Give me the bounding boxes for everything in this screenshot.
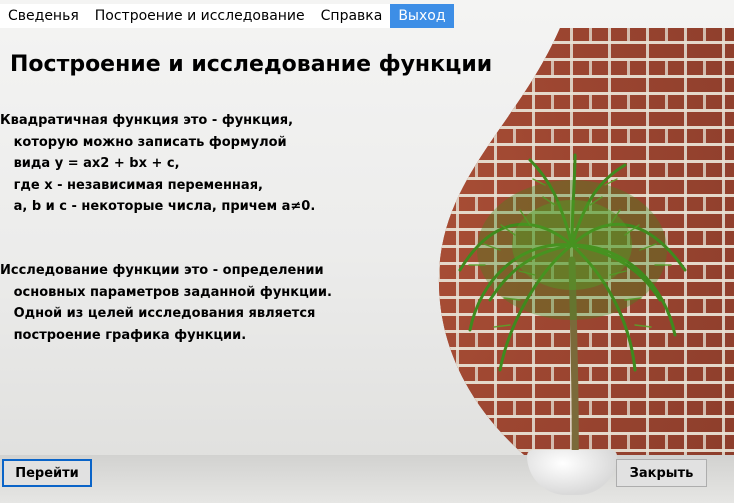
- page-title: Построение и исследование функции: [10, 52, 493, 77]
- menu-item-build-research[interactable]: Построение и исследование: [87, 4, 313, 28]
- menu-item-info[interactable]: Сведенья: [0, 4, 87, 28]
- function-research-text: Исследование функции это - определении о…: [0, 263, 332, 343]
- palm-plant-image: [458, 153, 687, 474]
- quadratic-definition-text: Квадратичная функция это - функция, кото…: [0, 113, 316, 214]
- close-button[interactable]: Закрыть: [616, 459, 707, 487]
- menu-item-help[interactable]: Справка: [313, 4, 391, 28]
- menu-item-exit[interactable]: Выход: [390, 4, 454, 28]
- menu-bar: Сведенья Построение и исследование Справ…: [0, 4, 734, 28]
- go-button[interactable]: Перейти: [2, 459, 92, 487]
